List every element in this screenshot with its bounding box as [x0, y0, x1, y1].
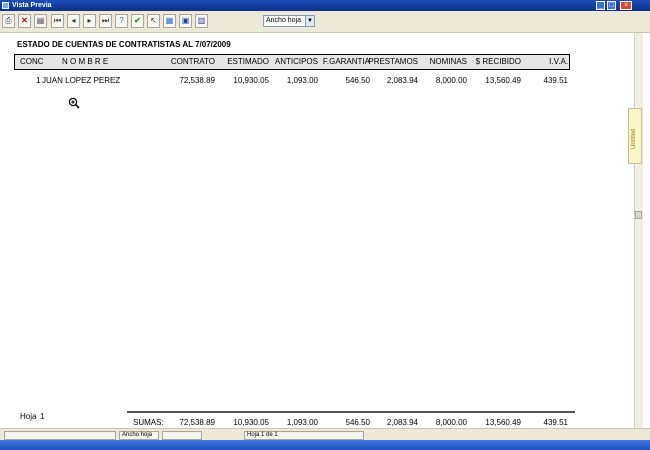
header-contrato: CONTRATO: [170, 57, 215, 66]
header-anticipos: ANTICIPOS: [274, 57, 318, 66]
pointer-icon[interactable]: ↖: [147, 14, 160, 28]
sum-recibido: 13,560.49: [485, 418, 521, 427]
header-recibido: $ RECIBIDO: [475, 57, 521, 66]
row-f-garantia: 546.50: [345, 76, 370, 85]
scrollbar-thumb[interactable]: [635, 211, 642, 219]
report-title: ESTADO DE CUENTAS DE CONTRATISTAS AL 7/0…: [17, 40, 231, 49]
title-bar: Vista Previa _ □ ×: [0, 0, 650, 11]
row-prestamos: 2,083.94: [386, 76, 418, 85]
app-icon: [2, 2, 9, 9]
taskbar: [0, 440, 650, 450]
header-prestamos: PRESTAMOS: [368, 57, 418, 66]
sum-f-garantia: 546.50: [345, 418, 370, 427]
side-panel-tab[interactable]: Untitled: [628, 108, 642, 164]
sum-estimado: 10,930.05: [233, 418, 269, 427]
page-label: Hoja: [20, 412, 37, 421]
sum-anticipos: 1,093.00: [286, 418, 318, 427]
row-iva: 439.51: [543, 76, 568, 85]
row-anticipos: 1,093.00: [286, 76, 318, 85]
page-number: 1: [40, 412, 45, 421]
status-page: Hoja 1 de 1: [244, 431, 364, 440]
status-panel-blank: [162, 431, 202, 440]
last-page-icon[interactable]: ⏭: [99, 14, 112, 28]
previous-page-icon[interactable]: ◂: [67, 14, 80, 28]
chevron-down-icon[interactable]: ▼: [305, 15, 315, 27]
row-estimado: 10,930.05: [233, 76, 269, 85]
sum-nominas: 8,000.00: [435, 418, 467, 427]
printer-setup-icon[interactable]: ▤: [34, 14, 47, 28]
side-panel-tab-label: Untitled: [631, 128, 637, 149]
save-icon[interactable]: ▣: [179, 14, 192, 28]
status-zoom: Ancho hoja: [119, 431, 159, 440]
header-iva: I.V.A.: [549, 57, 568, 66]
sum-iva: 439.51: [543, 418, 568, 427]
vertical-scrollbar[interactable]: [634, 33, 643, 428]
sums-label: SUMAS:: [133, 418, 164, 427]
row-recibido: 13,560.49: [485, 76, 521, 85]
sums-divider: [127, 411, 575, 413]
status-panel-empty: [4, 431, 116, 440]
toolbar: ⎙ ✕ ▤ ⏮ ◂ ▸ ⏭ ? ✔ ↖ ▦ ▣ ▥ Ancho hoja ▼: [0, 11, 650, 33]
header-estimado: ESTIMADO: [227, 57, 269, 66]
print-icon[interactable]: ⎙: [2, 14, 15, 28]
grid-view-icon[interactable]: ▦: [163, 14, 176, 28]
close-preview-icon[interactable]: ✕: [18, 14, 31, 28]
header-nominas: NOMINAS: [429, 57, 467, 66]
export-icon[interactable]: ▥: [195, 14, 208, 28]
header-conc: CONC: [20, 57, 44, 66]
zoom-cursor-icon: [68, 97, 80, 109]
next-page-icon[interactable]: ▸: [83, 14, 96, 28]
row-nominas: 8,000.00: [435, 76, 467, 85]
row-contrato: 72,538.89: [179, 76, 215, 85]
report-page: [0, 33, 634, 428]
checkmark-icon[interactable]: ✔: [131, 14, 144, 28]
window-title: Vista Previa: [12, 2, 52, 9]
row-nombre: JUAN LOPEZ PEREZ: [42, 76, 121, 85]
find-icon[interactable]: ?: [115, 14, 128, 28]
minimize-button[interactable]: _: [596, 1, 605, 10]
zoom-select[interactable]: Ancho hoja ▼: [263, 15, 315, 27]
close-window-button[interactable]: ×: [620, 1, 632, 10]
sum-contrato: 72,538.89: [179, 418, 215, 427]
zoom-select-value: Ancho hoja: [266, 17, 302, 24]
header-nombre: N O M B R E: [62, 57, 109, 66]
row-conc: 1: [36, 76, 41, 85]
first-page-icon[interactable]: ⏮: [51, 14, 64, 28]
sum-prestamos: 2,083.94: [386, 418, 418, 427]
maximize-button[interactable]: □: [607, 1, 616, 10]
header-f-garantia: F.GARANTIA: [322, 57, 370, 66]
